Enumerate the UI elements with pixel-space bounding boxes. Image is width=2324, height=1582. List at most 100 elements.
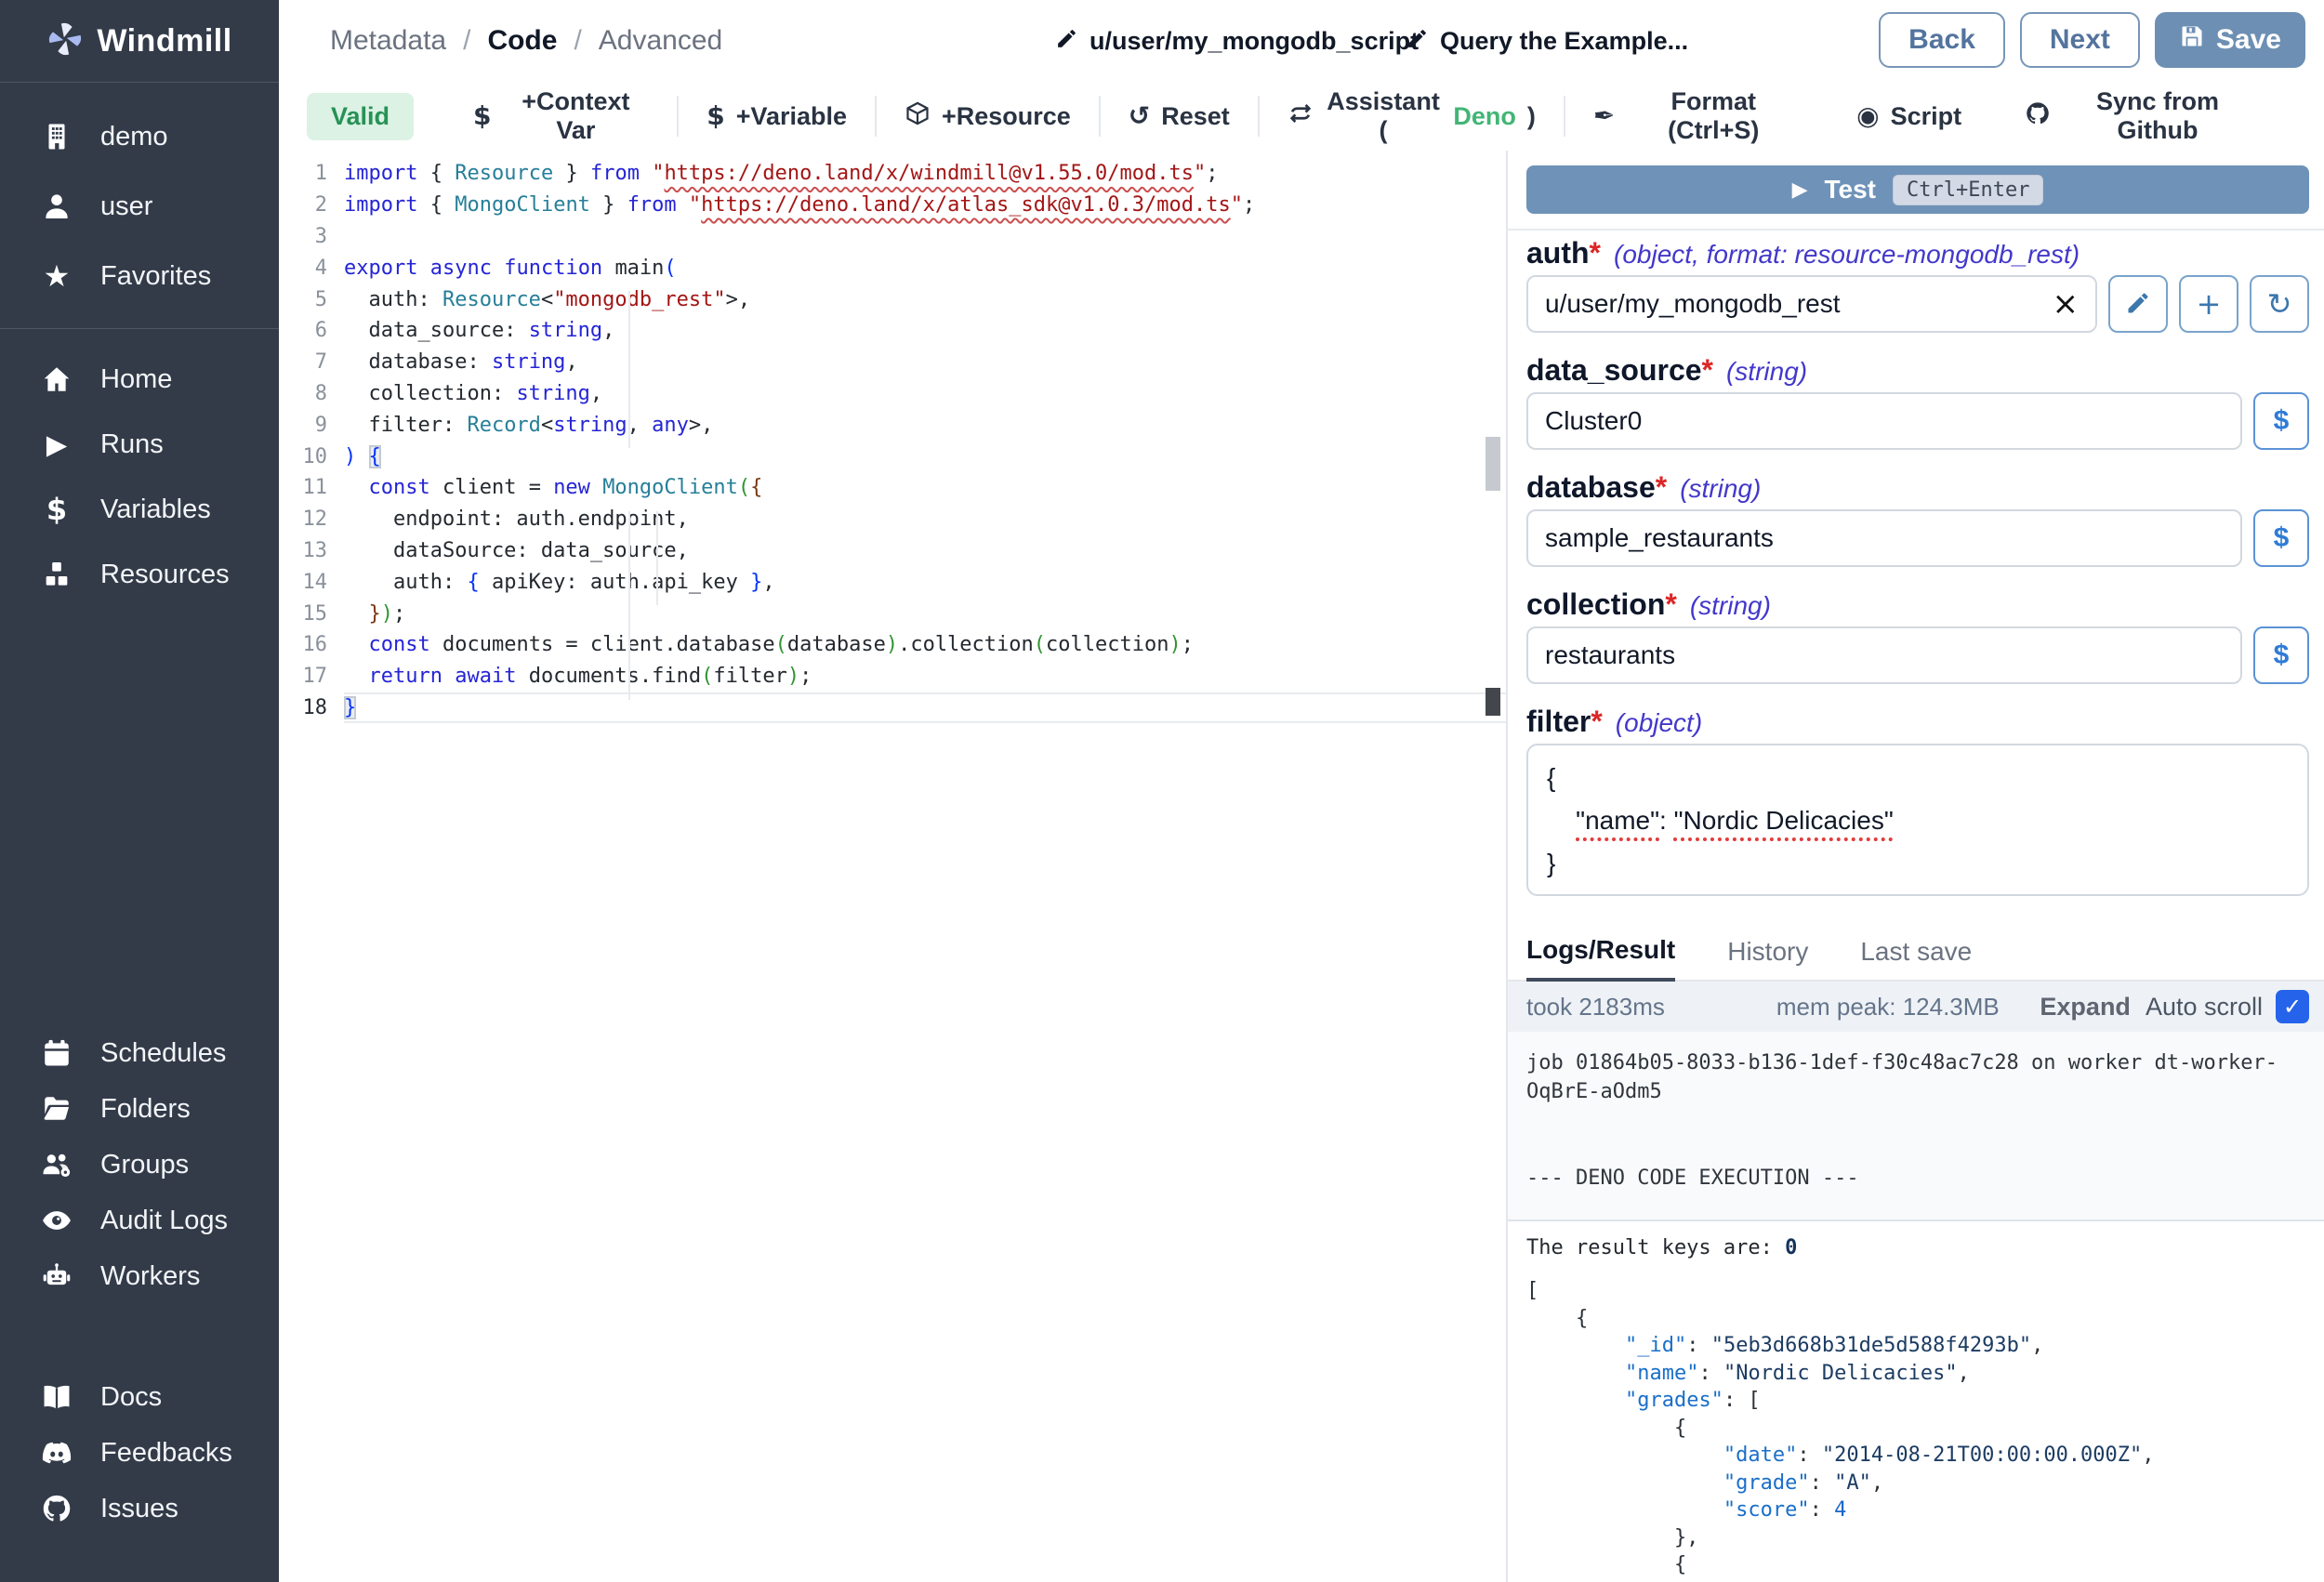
result-header: The result keys are: 0 xyxy=(1526,1234,2309,1262)
refresh-resource-button[interactable]: ↻ xyxy=(2250,275,2309,333)
breadcrumb-metadata[interactable]: Metadata xyxy=(330,25,446,57)
code-line: 5 auth: Resource<"mongodb_rest">, xyxy=(279,283,1506,315)
autoscroll-label: Auto scroll xyxy=(2146,993,2263,1022)
insert-variable-button[interactable]: $ xyxy=(2253,509,2309,567)
brand[interactable]: Windmill xyxy=(0,0,279,83)
insert-variable-button[interactable]: $ xyxy=(2253,392,2309,450)
clear-icon[interactable]: × xyxy=(2053,285,2080,323)
sidebar-item-demo[interactable]: demo xyxy=(0,107,279,166)
filter-field-label: filter* (object) xyxy=(1526,705,2309,738)
test-button[interactable]: ▶ Test Ctrl+Enter xyxy=(1526,165,2309,214)
sidebar-item-runs[interactable]: ▶Runs xyxy=(0,416,279,472)
editor-scrollbar-thumb[interactable] xyxy=(1486,437,1500,491)
tab-last-save[interactable]: Last save xyxy=(1860,937,1972,980)
add-resource-button[interactable]: +Resource xyxy=(877,95,1099,138)
play-icon: ▶ xyxy=(1792,178,1808,202)
insert-variable-button[interactable]: $ xyxy=(2253,626,2309,684)
run-panel: ▶ Test Ctrl+Enter auth* (object, format:… xyxy=(1506,151,2324,1582)
reset-button[interactable]: ↺ Reset xyxy=(1101,95,1258,138)
script-kind-button[interactable]: ◉ Script xyxy=(1829,95,1989,138)
breadcrumb-advanced[interactable]: Advanced xyxy=(599,25,722,57)
sidebar: Windmill demo user ★Favorites Home ▶Runs $Var… xyxy=(0,0,279,1582)
code-line: 18} xyxy=(279,692,1506,724)
sidebar-group: demo user ★Favorites xyxy=(0,107,279,306)
breadcrumb-code[interactable]: Code xyxy=(487,25,557,57)
log-output[interactable]: job 01864b05-8033-b136-1def-f30c48ac7c28… xyxy=(1508,1032,2324,1219)
dollar-icon: $ xyxy=(39,492,74,527)
tab-logs-result[interactable]: Logs/Result xyxy=(1526,935,1675,982)
sidebar-item-resources[interactable]: Resources xyxy=(0,547,279,602)
script-path-edit[interactable]: u/user/my_mongodb_script xyxy=(1055,0,1419,82)
database-field-row: sample_restaurants $ xyxy=(1526,509,2309,567)
sidebar-item-user[interactable]: user xyxy=(0,177,279,236)
script-summary: Query the Example... xyxy=(1440,27,1688,56)
auth-resource-input[interactable]: u/user/my_mongodb_rest × xyxy=(1526,275,2097,333)
line-number: 6 xyxy=(279,319,327,342)
calendar-icon xyxy=(39,1035,74,1071)
sidebar-item-folders[interactable]: Folders xyxy=(0,1084,279,1134)
undo-rotate-icon: ↺ xyxy=(1129,103,1150,129)
result-json-line: { xyxy=(1526,1305,2309,1333)
result-json-line: "_id": "5eb3d668b31de5d588f4293b", xyxy=(1526,1332,2309,1360)
add-context-var-button[interactable]: $ +Context Var xyxy=(445,95,677,138)
sidebar-item-label: Resources xyxy=(100,560,230,590)
dollar-icon: $ xyxy=(473,103,491,129)
back-button[interactable]: Back xyxy=(1879,12,2005,68)
star-icon: ★ xyxy=(39,258,74,294)
line-number: 16 xyxy=(279,633,327,656)
code-line: 12 endpoint: auth.endpoint, xyxy=(279,504,1506,535)
sidebar-group: Schedules Folders GroupsAudit LogsWorkers xyxy=(0,1028,279,1301)
sidebar-item-schedules[interactable]: Schedules xyxy=(0,1028,279,1078)
pencil-icon xyxy=(1406,27,1429,55)
sidebar-item-favorites[interactable]: ★Favorites xyxy=(0,246,279,306)
add-resource-button-small[interactable]: + xyxy=(2179,275,2238,333)
sidebar-group: Docs Feedbacks Issues xyxy=(0,1372,279,1534)
groups-icon xyxy=(39,1147,74,1182)
run-stats-bar: took 2183ms mem peak: 124.3MB Expand Aut… xyxy=(1508,982,2324,1032)
toolbar-right: ◉ Script Sync from Github xyxy=(1829,95,2324,138)
save-button[interactable]: Save xyxy=(2155,12,2305,68)
script-summary-edit[interactable]: Query the Example... xyxy=(1406,0,1688,82)
data-source-input[interactable]: Cluster0 xyxy=(1526,392,2242,450)
sidebar-item-groups[interactable]: Groups xyxy=(0,1140,279,1190)
code-editor[interactable]: 1import { Resource } from "https://deno.… xyxy=(279,151,1506,1582)
database-input[interactable]: sample_restaurants xyxy=(1526,509,2242,567)
sidebar-item-issues[interactable]: Issues xyxy=(0,1483,279,1534)
sync-from-github-button[interactable]: Sync from Github xyxy=(1997,95,2281,138)
code-line: 17 return await documents.find(filter); xyxy=(279,661,1506,692)
tab-history[interactable]: History xyxy=(1727,937,1808,980)
pencil-icon xyxy=(1055,27,1078,55)
edit-resource-button[interactable] xyxy=(2108,275,2168,333)
code-line: 16 const documents = client.database(dat… xyxy=(279,629,1506,661)
format-button[interactable]: ✒ Format (Ctrl+S) xyxy=(1565,95,1829,138)
log-line: --- DENO CODE EXECUTION --- xyxy=(1526,1164,2309,1193)
sidebar-item-home[interactable]: Home xyxy=(0,351,279,407)
refresh-icon: ↻ xyxy=(2267,289,2292,319)
breadcrumb-separator: / xyxy=(574,25,581,57)
expand-button[interactable]: Expand xyxy=(2040,993,2131,1022)
result-json-line: }, xyxy=(1526,1524,2309,1552)
result-json-line: "grade": "A", xyxy=(1526,1470,2309,1497)
autoscroll-checkbox[interactable]: ✓ xyxy=(2276,990,2309,1023)
data-source-field-label: data_source* (string) xyxy=(1526,353,2309,387)
dollar-icon: $ xyxy=(706,103,724,129)
topbar-actions: Back Next Save xyxy=(1879,12,2305,68)
assistant-button[interactable]: Assistant (Deno) xyxy=(1260,95,1564,138)
sidebar-item-label: Feedbacks xyxy=(100,1438,232,1469)
result-output[interactable]: The result keys are: 0 [ { "_id": "5eb3d… xyxy=(1508,1221,2324,1582)
plus-icon: + xyxy=(2197,289,2222,319)
collection-input[interactable]: restaurants xyxy=(1526,626,2242,684)
next-button[interactable]: Next xyxy=(2020,12,2140,68)
sidebar-item-variables[interactable]: $Variables xyxy=(0,481,279,537)
sidebar-item-docs[interactable]: Docs xyxy=(0,1372,279,1422)
sidebar-item-feedbacks[interactable]: Feedbacks xyxy=(0,1428,279,1478)
topbar: Metadata / Code / Advanced u/user/my_mon… xyxy=(279,0,2324,83)
filter-json-editor[interactable]: { "name": "Nordic Delicacies"} xyxy=(1526,744,2309,896)
discord-icon xyxy=(39,1435,74,1470)
sidebar-item-audit-logs[interactable]: Audit Logs xyxy=(0,1195,279,1246)
sidebar-item-label: Folders xyxy=(100,1094,191,1125)
sidebar-item-workers[interactable]: Workers xyxy=(0,1251,279,1301)
output-tabs: Logs/Result History Last save xyxy=(1508,928,2324,982)
add-variable-button[interactable]: $ +Variable xyxy=(679,95,875,138)
valid-badge: Valid xyxy=(307,93,414,140)
